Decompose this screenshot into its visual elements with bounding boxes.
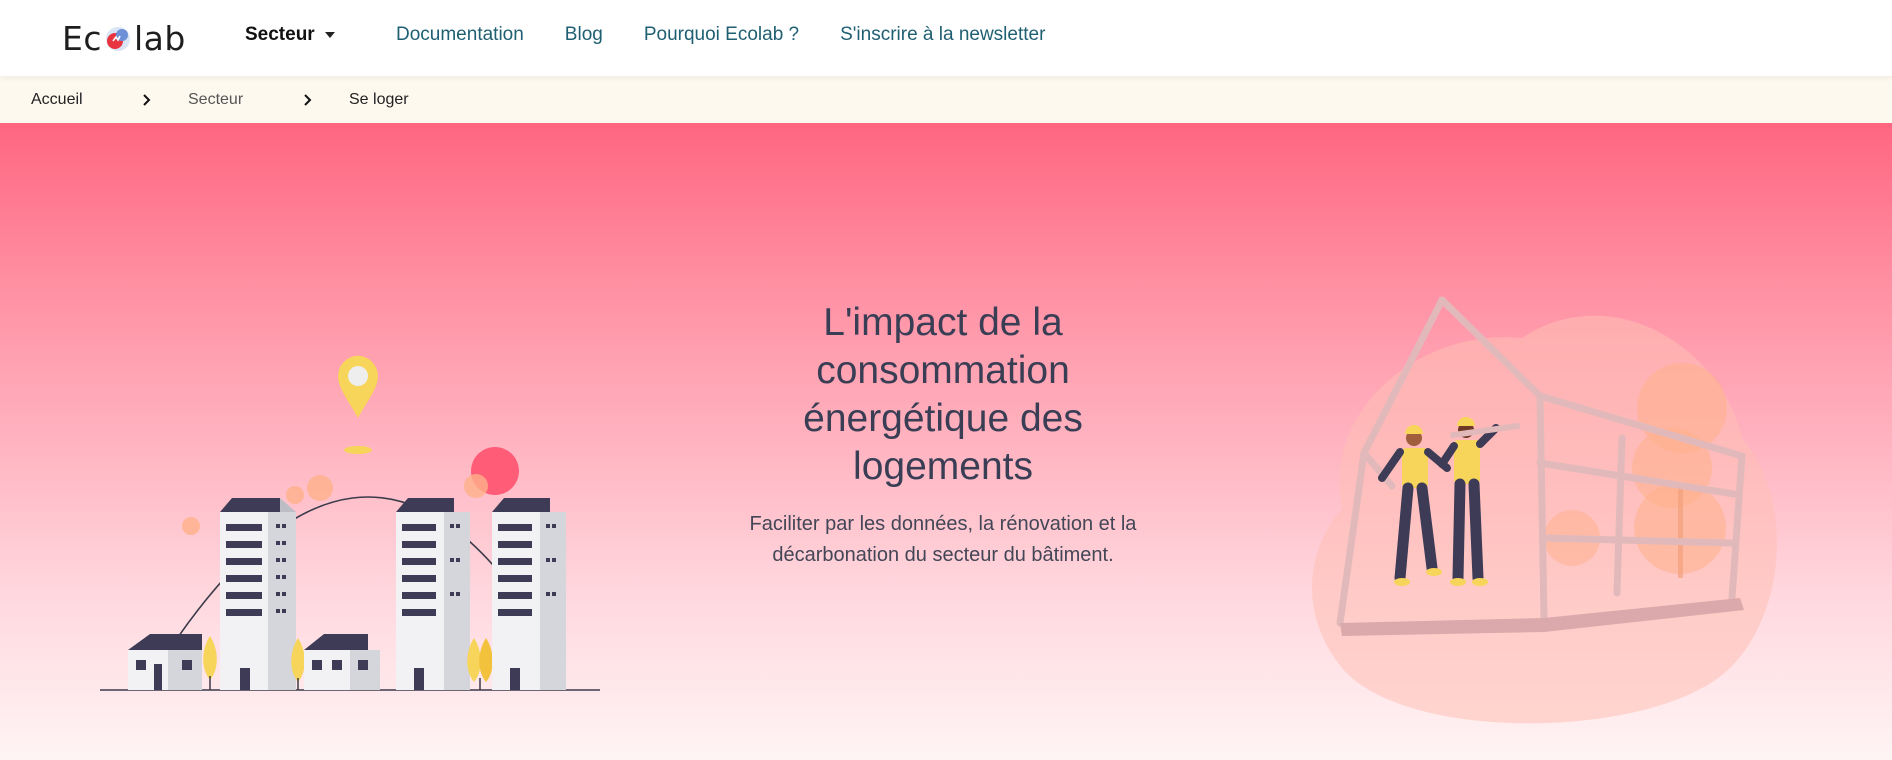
breadcrumb-home[interactable]: Accueil <box>31 91 83 109</box>
main-nav: Documentation Blog Pourquoi Ecolab ? S'i… <box>396 24 1086 46</box>
sector-dropdown-label: Secteur <box>245 24 315 45</box>
ecolab-logo[interactable]: Ec lab <box>62 18 186 58</box>
logo-mark-icon <box>103 23 133 53</box>
breadcrumb-secteur[interactable]: Secteur <box>188 91 243 109</box>
hero-title: L'impact de la consommation énergétique … <box>803 301 1083 488</box>
top-navigation-bar: Ec lab Secteur Documentation Blog Pourqu… <box>0 0 1892 76</box>
caret-down-icon <box>324 32 335 38</box>
hero-section: L'impact de la consommation énergétique … <box>0 123 1892 760</box>
nav-link-documentation[interactable]: Documentation <box>396 24 524 46</box>
logo-text-left: Ec <box>62 18 102 58</box>
logo-text-right: lab <box>134 18 186 58</box>
sector-dropdown[interactable]: Secteur <box>245 24 335 46</box>
nav-link-pourquoi-ecolab[interactable]: Pourquoi Ecolab ? <box>644 24 799 46</box>
city-location-illustration <box>100 355 600 691</box>
breadcrumb-current: Se loger <box>349 91 409 108</box>
chevron-right-icon <box>143 94 151 106</box>
construction-workers-illustration <box>1312 296 1777 724</box>
chevron-right-icon <box>304 94 312 106</box>
nav-link-blog[interactable]: Blog <box>565 24 603 46</box>
breadcrumb: Accueil Secteur Se loger <box>0 76 1892 123</box>
hero-subtitle: Faciliter par les données, la rénovation… <box>749 513 1137 566</box>
nav-link-newsletter[interactable]: S'inscrire à la newsletter <box>840 24 1045 46</box>
